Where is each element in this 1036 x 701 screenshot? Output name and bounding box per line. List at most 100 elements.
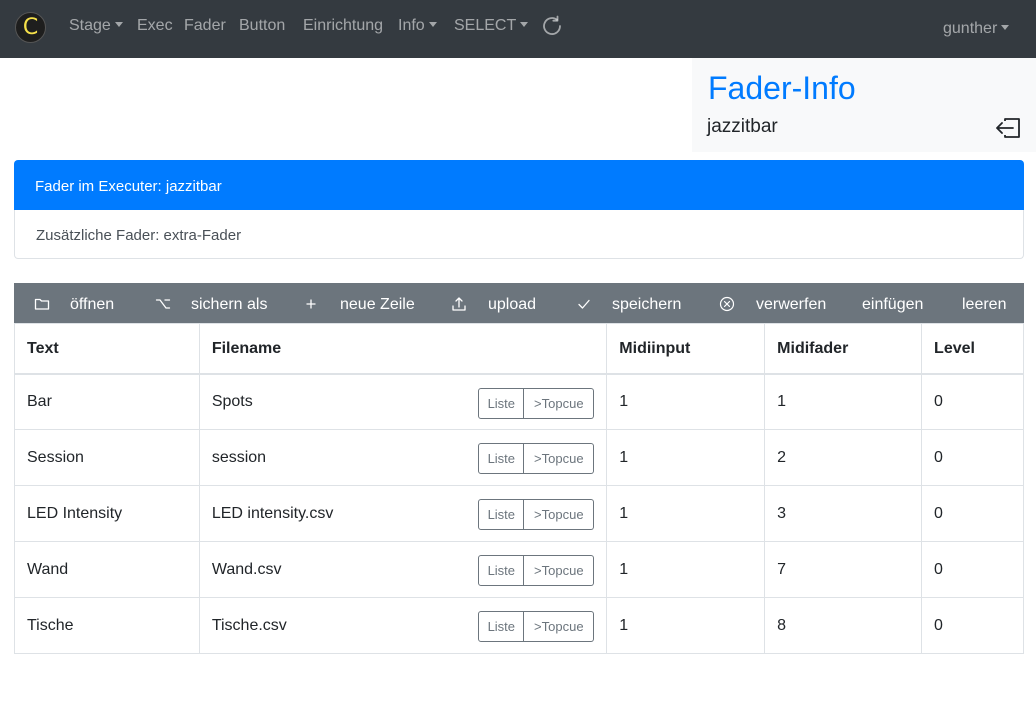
cell-midifader[interactable]: 3 <box>764 485 923 542</box>
paste-button[interactable]: einfügen <box>862 283 923 323</box>
nav-fader-label: Fader <box>184 17 226 34</box>
caret-down-icon <box>520 22 529 27</box>
list-button[interactable]: Liste <box>478 555 525 586</box>
table-row[interactable]: Session session Liste >Topcue 1 2 0 <box>14 429 1024 486</box>
cell-midiinput[interactable]: 1 <box>606 373 766 430</box>
cell-text[interactable]: Bar <box>14 373 200 430</box>
close-circle-icon[interactable] <box>719 296 735 312</box>
plus-icon[interactable] <box>303 296 319 312</box>
nav-stage-label: Stage <box>69 17 111 34</box>
filename-value: LED intensity.csv <box>211 504 334 522</box>
nav-stage[interactable]: Stage <box>69 17 123 35</box>
cell-text[interactable]: Tische <box>14 597 200 654</box>
cell-midifader[interactable]: 1 <box>764 373 923 430</box>
navbar: C Stage Exec Fader Button Einrichtung In… <box>0 0 1036 58</box>
topcue-button[interactable]: >Topcue <box>524 443 595 474</box>
column-header-text: Text <box>14 323 200 375</box>
cell-text[interactable]: LED Intensity <box>14 485 200 542</box>
cell-text[interactable]: Session <box>14 429 200 486</box>
table-row[interactable]: Wand Wand.csv Liste >Topcue 1 7 0 <box>14 541 1024 598</box>
save-as-button[interactable]: sichern als <box>191 283 267 323</box>
row-button-group: Liste >Topcue <box>478 499 595 530</box>
row-button-group: Liste >Topcue <box>478 443 595 474</box>
filename-value: session <box>211 448 267 466</box>
upload-icon[interactable] <box>451 296 467 312</box>
cell-filename[interactable]: LED intensity.csv Liste >Topcue <box>198 485 608 542</box>
cell-filename[interactable]: Spots Liste >Topcue <box>198 373 608 430</box>
topcue-button[interactable]: >Topcue <box>524 555 595 586</box>
page-title: Fader-Info <box>708 70 856 106</box>
nav-info[interactable]: Info <box>398 17 437 35</box>
cell-level[interactable]: 0 <box>921 485 1024 542</box>
cell-midifader[interactable]: 7 <box>764 541 923 598</box>
filename-value: Wand.csv <box>211 560 282 578</box>
topcue-button[interactable]: >Topcue <box>524 499 595 530</box>
nav-einrichtung[interactable]: Einrichtung <box>303 17 383 35</box>
cell-level[interactable]: 0 <box>921 429 1024 486</box>
filename-value: Spots <box>211 392 253 410</box>
list-item-executer-fader[interactable]: Fader im Executer: jazzitbar <box>14 160 1024 210</box>
column-header-midifader: Midifader <box>764 323 923 375</box>
cell-filename[interactable]: Tische.csv Liste >Topcue <box>198 597 608 654</box>
nav-button-label: Button <box>239 17 286 34</box>
cell-text[interactable]: Wand <box>14 541 200 598</box>
cell-filename[interactable]: session Liste >Topcue <box>198 429 608 486</box>
nav-einrichtung-label: Einrichtung <box>303 17 384 34</box>
logout-icon[interactable] <box>994 116 1022 140</box>
caret-down-icon <box>1001 25 1010 30</box>
check-icon[interactable] <box>576 296 592 312</box>
new-row-button[interactable]: neue Zeile <box>340 283 415 323</box>
row-button-group: Liste >Topcue <box>478 611 595 642</box>
toolbar: öffnen sichern als neue Zeile upload spe… <box>14 283 1024 323</box>
cell-midiinput[interactable]: 1 <box>606 597 766 654</box>
upload-button[interactable]: upload <box>488 283 536 323</box>
cell-midiinput[interactable]: 1 <box>606 429 766 486</box>
open-button[interactable]: öffnen <box>70 283 114 323</box>
nav-exec[interactable]: Exec <box>137 17 173 35</box>
list-button[interactable]: Liste <box>478 499 525 530</box>
cell-midifader[interactable]: 8 <box>764 597 923 654</box>
nav-exec-label: Exec <box>137 17 173 34</box>
info-panel: Fader-Info jazzitbar <box>692 58 1036 152</box>
option-icon[interactable] <box>155 296 171 312</box>
list-item-label: Fader im Executer: jazzitbar <box>35 178 222 195</box>
clear-button[interactable]: leeren <box>962 283 1006 323</box>
column-header-filename: Filename <box>198 323 608 375</box>
caret-down-icon <box>114 22 123 27</box>
discard-button[interactable]: verwerfen <box>756 283 826 323</box>
cell-level[interactable]: 0 <box>921 373 1024 430</box>
nav-button[interactable]: Button <box>239 17 285 35</box>
cell-level[interactable]: 0 <box>921 541 1024 598</box>
caret-down-icon <box>428 22 437 27</box>
list-item-label: Zusätzliche Fader: extra-Fader <box>36 227 242 244</box>
cell-filename[interactable]: Wand.csv Liste >Topcue <box>198 541 608 598</box>
table-row[interactable]: Tische Tische.csv Liste >Topcue 1 8 0 <box>14 597 1024 654</box>
table-row[interactable]: LED Intensity LED intensity.csv Liste >T… <box>14 485 1024 542</box>
user-menu[interactable]: gunther <box>943 20 1010 38</box>
refresh-icon[interactable] <box>540 14 564 38</box>
column-header-midiinput: Midiinput <box>606 323 766 375</box>
folder-icon[interactable] <box>34 296 50 312</box>
cell-midifader[interactable]: 2 <box>764 429 923 486</box>
page-subtitle: jazzitbar <box>707 116 778 137</box>
topcue-button[interactable]: >Topcue <box>524 387 595 419</box>
save-button[interactable]: speichern <box>612 283 681 323</box>
list-button[interactable]: Liste <box>478 387 525 419</box>
list-button[interactable]: Liste <box>478 443 525 474</box>
table-row[interactable]: Bar Spots Liste >Topcue 1 1 0 <box>14 373 1024 430</box>
app-logo[interactable]: C <box>15 12 46 43</box>
list-button[interactable]: Liste <box>478 611 525 642</box>
cell-midiinput[interactable]: 1 <box>606 485 766 542</box>
list-item-extra-fader[interactable]: Zusätzliche Fader: extra-Fader <box>14 210 1024 259</box>
user-menu-label: gunther <box>943 20 998 37</box>
cell-level[interactable]: 0 <box>921 597 1024 654</box>
nav-select[interactable]: SELECT <box>454 17 529 35</box>
row-button-group: Liste >Topcue <box>478 555 595 586</box>
table-header-row: Text Filename Midiinput Midifader Level <box>14 323 1024 375</box>
filename-value: Tische.csv <box>211 616 287 634</box>
column-header-level: Level <box>921 323 1024 375</box>
nav-info-label: Info <box>398 17 425 34</box>
topcue-button[interactable]: >Topcue <box>524 611 595 642</box>
cell-midiinput[interactable]: 1 <box>606 541 766 598</box>
nav-fader[interactable]: Fader <box>184 17 226 35</box>
